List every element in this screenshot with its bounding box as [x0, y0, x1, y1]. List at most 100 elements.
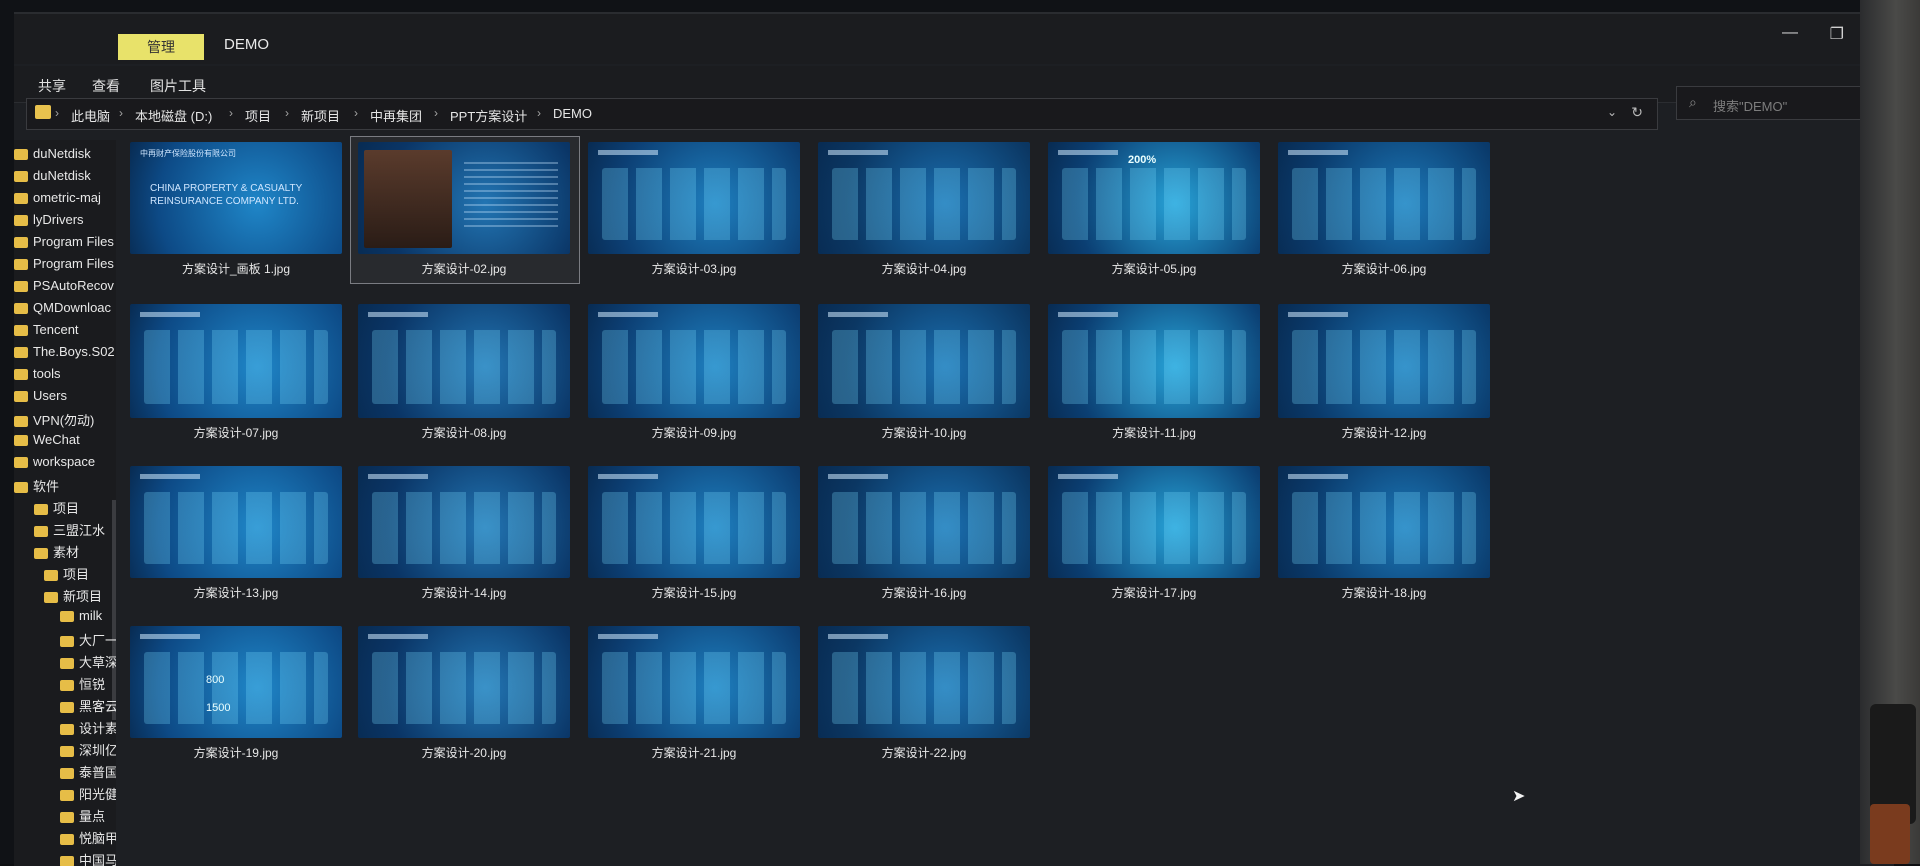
- sidebar-item[interactable]: 设计素材: [60, 718, 116, 740]
- file-thumbnail[interactable]: 方案设计-15.jpg: [588, 466, 800, 602]
- file-name[interactable]: 方案设计-16.jpg: [818, 584, 1030, 601]
- sidebar-item[interactable]: ometric-maj: [14, 190, 101, 212]
- address-bar[interactable]: › 此电脑 › 本地磁盘 (D:) › 项目 › 新项目 › 中再集团 › PP…: [26, 98, 1658, 130]
- tab-view[interactable]: 查看: [92, 76, 120, 96]
- sidebar-item[interactable]: The.Boys.S02: [14, 344, 115, 366]
- sidebar-item[interactable]: 新项目: [44, 586, 102, 608]
- minimize-icon[interactable]: —: [1782, 24, 1798, 42]
- sidebar-item[interactable]: duNetdisk: [14, 146, 91, 168]
- breadcrumb-this-pc[interactable]: 此电脑: [71, 106, 110, 125]
- file-name[interactable]: 方案设计-18.jpg: [1278, 584, 1490, 601]
- manage-tab[interactable]: 管理: [118, 34, 204, 60]
- chevron-down-icon[interactable]: ⌄: [1607, 105, 1617, 119]
- breadcrumb-new-project[interactable]: 新项目: [301, 106, 340, 125]
- sidebar-item[interactable]: QMDownloac: [14, 300, 111, 322]
- search-box[interactable]: ⌕ 搜索"DEMO": [1676, 86, 1878, 120]
- file-thumbnail[interactable]: 方案设计-10.jpg: [818, 304, 1030, 442]
- file-name[interactable]: 方案设计-05.jpg: [1048, 260, 1260, 277]
- chevron-right-icon[interactable]: ›: [354, 106, 358, 120]
- chevron-right-icon[interactable]: ›: [537, 106, 541, 120]
- sidebar-item[interactable]: milk: [60, 608, 102, 630]
- file-thumbnail[interactable]: 方案设计-22.jpg: [818, 626, 1030, 762]
- file-name[interactable]: 方案设计-09.jpg: [588, 424, 800, 441]
- sidebar-item[interactable]: workspace: [14, 454, 95, 476]
- file-name[interactable]: 方案设计-11.jpg: [1048, 424, 1260, 441]
- chevron-right-icon[interactable]: ›: [55, 106, 59, 120]
- chevron-right-icon[interactable]: ›: [285, 106, 289, 120]
- file-thumbnail[interactable]: CHINA PROPERTY & CASUALTY REINSURANCE CO…: [130, 142, 342, 278]
- sidebar-item[interactable]: 恒锐: [60, 674, 105, 696]
- sidebar-item[interactable]: VPN(勿动): [14, 410, 94, 432]
- breadcrumb-drive-d[interactable]: 本地磁盘 (D:): [135, 106, 212, 125]
- file-name[interactable]: 方案设计-21.jpg: [588, 744, 800, 761]
- file-name[interactable]: 方案设计_画板 1.jpg: [130, 260, 342, 277]
- file-name[interactable]: 方案设计-02.jpg: [358, 260, 570, 277]
- sidebar-item[interactable]: 阳光健身: [60, 784, 116, 806]
- tab-share[interactable]: 共享: [38, 76, 66, 96]
- sidebar-item[interactable]: 三盟江水: [34, 520, 105, 542]
- scrollbar[interactable]: [112, 500, 116, 720]
- file-name[interactable]: 方案设计-17.jpg: [1048, 584, 1260, 601]
- file-name[interactable]: 方案设计-08.jpg: [358, 424, 570, 441]
- sidebar-item[interactable]: 大厂一中: [60, 630, 116, 652]
- chevron-right-icon[interactable]: ›: [119, 106, 123, 120]
- file-thumbnail[interactable]: 方案设计-04.jpg: [818, 142, 1030, 278]
- file-thumbnail[interactable]: 方案设计-14.jpg: [358, 466, 570, 602]
- file-name[interactable]: 方案设计-10.jpg: [818, 424, 1030, 441]
- file-name[interactable]: 方案设计-20.jpg: [358, 744, 570, 761]
- file-thumbnail[interactable]: 方案设计-17.jpg: [1048, 466, 1260, 602]
- chevron-right-icon[interactable]: ›: [434, 106, 438, 120]
- file-thumbnail[interactable]: 方案设计-16.jpg: [818, 466, 1030, 602]
- file-thumbnail[interactable]: 方案设计-11.jpg: [1048, 304, 1260, 442]
- sidebar-item[interactable]: 深圳亿特创: [60, 740, 116, 762]
- file-name[interactable]: 方案设计-04.jpg: [818, 260, 1030, 277]
- sidebar-item[interactable]: 项目: [44, 564, 89, 586]
- tab-picture-tools[interactable]: 图片工具: [150, 76, 206, 96]
- sidebar-item[interactable]: tools: [14, 366, 60, 388]
- sidebar-item[interactable]: WeChat: [14, 432, 80, 454]
- sidebar-item[interactable]: Tencent: [14, 322, 79, 344]
- sidebar-item[interactable]: 素材: [34, 542, 79, 564]
- sidebar-item[interactable]: Users: [14, 388, 67, 410]
- file-thumbnail[interactable]: 方案设计-13.jpg: [130, 466, 342, 602]
- file-thumbnail[interactable]: 方案设计-03.jpg: [588, 142, 800, 278]
- sidebar-item[interactable]: Program Files: [14, 256, 114, 278]
- restore-icon[interactable]: ❐: [1830, 24, 1844, 44]
- file-thumbnail[interactable]: 800 1500 方案设计-19.jpg: [130, 626, 342, 762]
- file-thumbnail[interactable]: 方案设计-18.jpg: [1278, 466, 1490, 602]
- file-thumbnail[interactable]: 方案设计-21.jpg: [588, 626, 800, 762]
- sidebar-item[interactable]: 黑客云盘: [60, 696, 116, 718]
- sidebar-item[interactable]: 大草深海危: [60, 652, 116, 674]
- sidebar-item[interactable]: 项目: [34, 498, 79, 520]
- file-thumbnail[interactable]: 方案设计-06.jpg: [1278, 142, 1490, 278]
- file-name[interactable]: 方案设计-06.jpg: [1278, 260, 1490, 277]
- file-thumbnail[interactable]: 方案设计-02.jpg: [358, 142, 570, 278]
- sidebar-item[interactable]: 量点: [60, 806, 105, 828]
- file-name[interactable]: 方案设计-13.jpg: [130, 584, 342, 601]
- sidebar-item[interactable]: PSAutoRecov: [14, 278, 114, 300]
- search-input[interactable]: 搜索"DEMO": [1713, 96, 1787, 115]
- breadcrumb-ppt-design[interactable]: PPT方案设计: [450, 106, 527, 125]
- file-thumbnail[interactable]: 方案设计-09.jpg: [588, 304, 800, 442]
- breadcrumb-demo[interactable]: DEMO: [553, 106, 592, 121]
- file-name[interactable]: 方案设计-22.jpg: [818, 744, 1030, 761]
- breadcrumb-projects[interactable]: 项目: [245, 106, 271, 125]
- file-name[interactable]: 方案设计-03.jpg: [588, 260, 800, 277]
- file-name[interactable]: 方案设计-14.jpg: [358, 584, 570, 601]
- breadcrumb-group[interactable]: 中再集团: [370, 106, 422, 125]
- file-name[interactable]: 方案设计-15.jpg: [588, 584, 800, 601]
- file-name[interactable]: 方案设计-07.jpg: [130, 424, 342, 441]
- sidebar-item[interactable]: 软件: [14, 476, 59, 498]
- file-thumbnail[interactable]: 200% 方案设计-05.jpg: [1048, 142, 1260, 278]
- chevron-right-icon[interactable]: ›: [229, 106, 233, 120]
- file-thumbnail[interactable]: 方案设计-20.jpg: [358, 626, 570, 762]
- sidebar-item[interactable]: 泰普国文: [60, 762, 116, 784]
- sidebar-item[interactable]: 悦脑甲: [60, 828, 116, 850]
- sidebar-item[interactable]: Program Files: [14, 234, 114, 256]
- file-thumbnail[interactable]: 方案设计-12.jpg: [1278, 304, 1490, 442]
- refresh-icon[interactable]: ↻: [1631, 104, 1643, 121]
- file-thumbnail[interactable]: 方案设计-08.jpg: [358, 304, 570, 442]
- file-name[interactable]: 方案设计-19.jpg: [130, 744, 342, 761]
- sidebar-item[interactable]: lyDrivers: [14, 212, 84, 234]
- file-name[interactable]: 方案设计-12.jpg: [1278, 424, 1490, 441]
